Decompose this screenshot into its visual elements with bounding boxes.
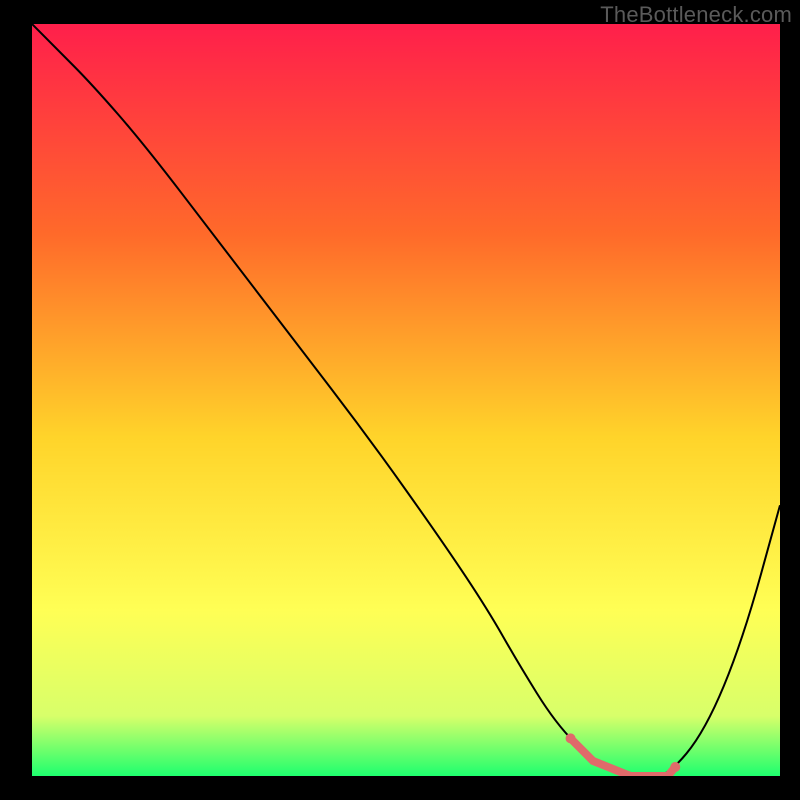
chart-svg <box>32 24 780 776</box>
watermark-text: TheBottleneck.com <box>600 2 792 28</box>
highlight-dot-right <box>670 762 680 772</box>
gradient-background <box>32 24 780 776</box>
highlight-dot-left <box>566 733 576 743</box>
chart-frame: TheBottleneck.com <box>0 0 800 800</box>
plot-area <box>32 24 780 776</box>
